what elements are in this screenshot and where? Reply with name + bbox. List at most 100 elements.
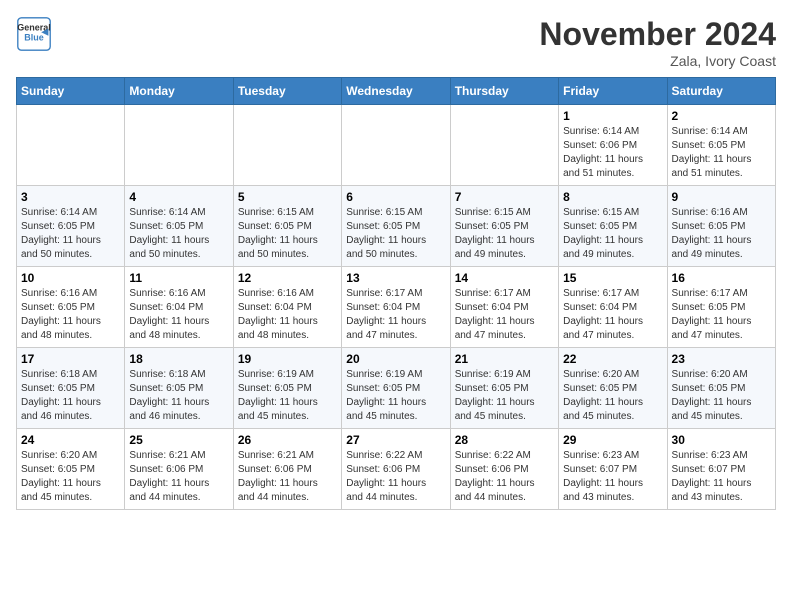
day-number: 16 bbox=[672, 271, 771, 285]
weekday-header-tuesday: Tuesday bbox=[233, 78, 341, 105]
page-header: General Blue November 2024 Zala, Ivory C… bbox=[16, 16, 776, 69]
day-info: Sunrise: 6:20 AMSunset: 6:05 PMDaylight:… bbox=[672, 368, 771, 424]
day-info: Sunrise: 6:22 AMSunset: 6:06 PMDaylight:… bbox=[455, 449, 554, 505]
calendar-header: SundayMondayTuesdayWednesdayThursdayFrid… bbox=[17, 78, 776, 105]
day-cell: 14 Sunrise: 6:17 AMSunset: 6:04 PMDayligh… bbox=[450, 267, 558, 348]
location: Zala, Ivory Coast bbox=[539, 53, 776, 69]
day-cell: 27 Sunrise: 6:22 AMSunset: 6:06 PMDayligh… bbox=[342, 429, 450, 510]
day-cell: 16 Sunrise: 6:17 AMSunset: 6:05 PMDayligh… bbox=[667, 267, 775, 348]
day-info: Sunrise: 6:16 AMSunset: 6:04 PMDaylight:… bbox=[129, 287, 228, 343]
logo-icon: General Blue bbox=[16, 16, 52, 52]
day-number: 22 bbox=[563, 352, 662, 366]
day-info: Sunrise: 6:16 AMSunset: 6:04 PMDaylight:… bbox=[238, 287, 337, 343]
day-cell bbox=[342, 105, 450, 186]
day-cell bbox=[450, 105, 558, 186]
week-row-1: 1 Sunrise: 6:14 AMSunset: 6:06 PMDaylight… bbox=[17, 105, 776, 186]
weekday-header-saturday: Saturday bbox=[667, 78, 775, 105]
svg-text:Blue: Blue bbox=[24, 32, 44, 42]
day-number: 26 bbox=[238, 433, 337, 447]
day-cell: 21Sunrise: 6:19 AMSunset: 6:05 PMDayligh… bbox=[450, 348, 558, 429]
day-info: Sunrise: 6:20 AMSunset: 6:05 PMDaylight:… bbox=[21, 449, 120, 505]
day-cell: 20Sunrise: 6:19 AMSunset: 6:05 PMDayligh… bbox=[342, 348, 450, 429]
day-info: Sunrise: 6:22 AMSunset: 6:06 PMDaylight:… bbox=[346, 449, 445, 505]
day-number: 11 bbox=[129, 271, 228, 285]
day-info: Sunrise: 6:23 AMSunset: 6:07 PMDaylight:… bbox=[672, 449, 771, 505]
day-cell: 2 Sunrise: 6:14 AMSunset: 6:05 PMDaylight… bbox=[667, 105, 775, 186]
day-cell: 17 Sunrise: 6:18 AMSunset: 6:05 PMDayligh… bbox=[17, 348, 125, 429]
day-cell: 7Sunrise: 6:15 AMSunset: 6:05 PMDaylight… bbox=[450, 186, 558, 267]
day-cell: 3 Sunrise: 6:14 AMSunset: 6:05 PMDaylight… bbox=[17, 186, 125, 267]
day-number: 28 bbox=[455, 433, 554, 447]
day-number: 3 bbox=[21, 190, 120, 204]
day-info: Sunrise: 6:14 AMSunset: 6:05 PMDaylight:… bbox=[672, 125, 771, 181]
day-cell: 9Sunrise: 6:16 AMSunset: 6:05 PMDaylight… bbox=[667, 186, 775, 267]
week-row-2: 3 Sunrise: 6:14 AMSunset: 6:05 PMDaylight… bbox=[17, 186, 776, 267]
day-number: 25 bbox=[129, 433, 228, 447]
day-info: Sunrise: 6:19 AMSunset: 6:05 PMDaylight:… bbox=[238, 368, 337, 424]
day-cell: 1 Sunrise: 6:14 AMSunset: 6:06 PMDaylight… bbox=[559, 105, 667, 186]
day-info: Sunrise: 6:15 AMSunset: 6:05 PMDaylight:… bbox=[346, 206, 445, 262]
day-cell: 22 Sunrise: 6:20 AMSunset: 6:05 PMDayligh… bbox=[559, 348, 667, 429]
day-info: Sunrise: 6:18 AMSunset: 6:05 PMDaylight:… bbox=[129, 368, 228, 424]
day-info: Sunrise: 6:17 AMSunset: 6:05 PMDaylight:… bbox=[672, 287, 771, 343]
day-info: Sunrise: 6:15 AMSunset: 6:05 PMDaylight:… bbox=[455, 206, 554, 262]
weekday-header-sunday: Sunday bbox=[17, 78, 125, 105]
day-info: Sunrise: 6:14 AMSunset: 6:05 PMDaylight:… bbox=[21, 206, 120, 262]
day-number: 30 bbox=[672, 433, 771, 447]
day-cell: 18Sunrise: 6:18 AMSunset: 6:05 PMDayligh… bbox=[125, 348, 233, 429]
weekday-header-row: SundayMondayTuesdayWednesdayThursdayFrid… bbox=[17, 78, 776, 105]
day-number: 1 bbox=[563, 109, 662, 123]
day-info: Sunrise: 6:17 AMSunset: 6:04 PMDaylight:… bbox=[563, 287, 662, 343]
day-info: Sunrise: 6:15 AMSunset: 6:05 PMDaylight:… bbox=[563, 206, 662, 262]
weekday-header-monday: Monday bbox=[125, 78, 233, 105]
day-number: 5 bbox=[238, 190, 337, 204]
day-cell: 24 Sunrise: 6:20 AMSunset: 6:05 PMDayligh… bbox=[17, 429, 125, 510]
day-info: Sunrise: 6:20 AMSunset: 6:05 PMDaylight:… bbox=[563, 368, 662, 424]
day-cell bbox=[17, 105, 125, 186]
day-number: 14 bbox=[455, 271, 554, 285]
weekday-header-thursday: Thursday bbox=[450, 78, 558, 105]
day-number: 19 bbox=[238, 352, 337, 366]
day-number: 27 bbox=[346, 433, 445, 447]
day-cell: 30 Sunrise: 6:23 AMSunset: 6:07 PMDayligh… bbox=[667, 429, 775, 510]
day-number: 6 bbox=[346, 190, 445, 204]
week-row-4: 17 Sunrise: 6:18 AMSunset: 6:05 PMDayligh… bbox=[17, 348, 776, 429]
day-cell: 12Sunrise: 6:16 AMSunset: 6:04 PMDayligh… bbox=[233, 267, 341, 348]
day-cell: 5Sunrise: 6:15 AMSunset: 6:05 PMDaylight… bbox=[233, 186, 341, 267]
day-info: Sunrise: 6:14 AMSunset: 6:06 PMDaylight:… bbox=[563, 125, 662, 181]
day-number: 8 bbox=[563, 190, 662, 204]
day-cell: 6 Sunrise: 6:15 AMSunset: 6:05 PMDaylight… bbox=[342, 186, 450, 267]
day-cell: 28 Sunrise: 6:22 AMSunset: 6:06 PMDayligh… bbox=[450, 429, 558, 510]
day-number: 24 bbox=[21, 433, 120, 447]
day-cell: 13 Sunrise: 6:17 AMSunset: 6:04 PMDayligh… bbox=[342, 267, 450, 348]
day-number: 10 bbox=[21, 271, 120, 285]
day-cell: 19 Sunrise: 6:19 AMSunset: 6:05 PMDayligh… bbox=[233, 348, 341, 429]
day-cell: 23Sunrise: 6:20 AMSunset: 6:05 PMDayligh… bbox=[667, 348, 775, 429]
day-info: Sunrise: 6:23 AMSunset: 6:07 PMDaylight:… bbox=[563, 449, 662, 505]
day-cell bbox=[125, 105, 233, 186]
day-number: 17 bbox=[21, 352, 120, 366]
day-info: Sunrise: 6:16 AMSunset: 6:05 PMDaylight:… bbox=[672, 206, 771, 262]
day-info: Sunrise: 6:18 AMSunset: 6:05 PMDaylight:… bbox=[21, 368, 120, 424]
day-number: 4 bbox=[129, 190, 228, 204]
day-number: 21 bbox=[455, 352, 554, 366]
day-number: 13 bbox=[346, 271, 445, 285]
day-info: Sunrise: 6:17 AMSunset: 6:04 PMDaylight:… bbox=[346, 287, 445, 343]
day-cell: 8 Sunrise: 6:15 AMSunset: 6:05 PMDaylight… bbox=[559, 186, 667, 267]
day-info: Sunrise: 6:17 AMSunset: 6:04 PMDaylight:… bbox=[455, 287, 554, 343]
day-number: 2 bbox=[672, 109, 771, 123]
day-info: Sunrise: 6:16 AMSunset: 6:05 PMDaylight:… bbox=[21, 287, 120, 343]
day-cell: 10 Sunrise: 6:16 AMSunset: 6:05 PMDayligh… bbox=[17, 267, 125, 348]
calendar-body: 1 Sunrise: 6:14 AMSunset: 6:06 PMDaylight… bbox=[17, 105, 776, 510]
day-cell: 29 Sunrise: 6:23 AMSunset: 6:07 PMDayligh… bbox=[559, 429, 667, 510]
calendar-table: SundayMondayTuesdayWednesdayThursdayFrid… bbox=[16, 77, 776, 510]
logo: General Blue bbox=[16, 16, 52, 52]
day-info: Sunrise: 6:21 AMSunset: 6:06 PMDaylight:… bbox=[129, 449, 228, 505]
day-info: Sunrise: 6:21 AMSunset: 6:06 PMDaylight:… bbox=[238, 449, 337, 505]
day-number: 20 bbox=[346, 352, 445, 366]
day-number: 29 bbox=[563, 433, 662, 447]
weekday-header-wednesday: Wednesday bbox=[342, 78, 450, 105]
day-info: Sunrise: 6:14 AMSunset: 6:05 PMDaylight:… bbox=[129, 206, 228, 262]
week-row-3: 10 Sunrise: 6:16 AMSunset: 6:05 PMDayligh… bbox=[17, 267, 776, 348]
month-title: November 2024 bbox=[539, 16, 776, 53]
